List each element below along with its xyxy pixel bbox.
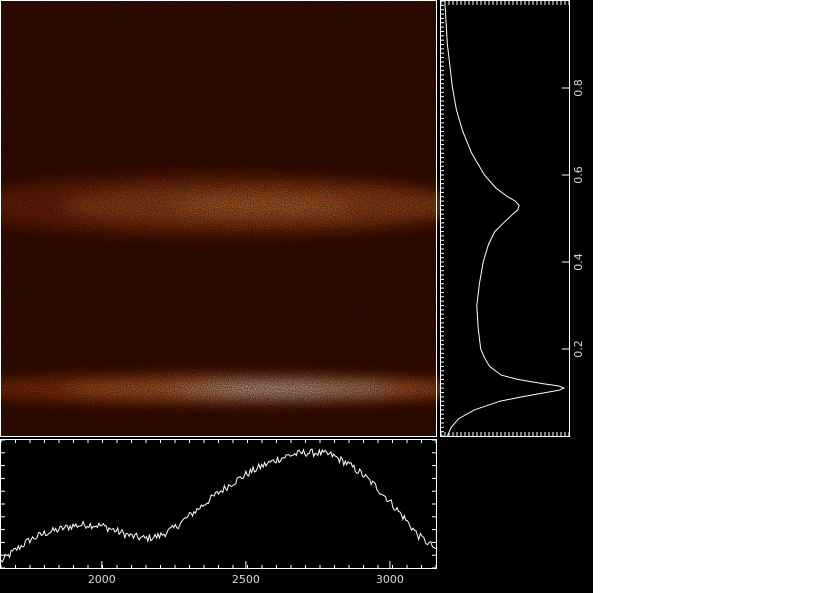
- right-profile-frame: [440, 0, 570, 437]
- bottom-profile-tick-labels: 2000 2500 3000: [88, 573, 404, 586]
- figure-panel: 0.2 0.4 0.6 0.8 2000 2500 3000: [0, 0, 593, 593]
- right-tick-label: 0.8: [572, 79, 585, 97]
- right-profile-panel: 0.2 0.4 0.6 0.8: [440, 0, 585, 437]
- figure-svg: 0.2 0.4 0.6 0.8 2000 2500 3000: [0, 0, 585, 586]
- bottom-tick-label: 2000: [88, 573, 116, 586]
- bottom-tick-label: 2500: [232, 573, 260, 586]
- bottom-profile-panel: 2000 2500 3000: [0, 439, 437, 586]
- bottom-profile-frame: [0, 439, 437, 569]
- right-tick-label: 0.4: [572, 253, 585, 271]
- heatmap-bands: [0, 0, 479, 437]
- right-tick-label: 0.6: [572, 166, 585, 184]
- right-tick-label: 0.2: [572, 340, 585, 358]
- right-profile-tick-labels: 0.2 0.4 0.6 0.8: [572, 79, 585, 358]
- bottom-tick-label: 3000: [376, 573, 404, 586]
- heatmap-panel: [0, 0, 479, 437]
- blank-area: [593, 0, 830, 593]
